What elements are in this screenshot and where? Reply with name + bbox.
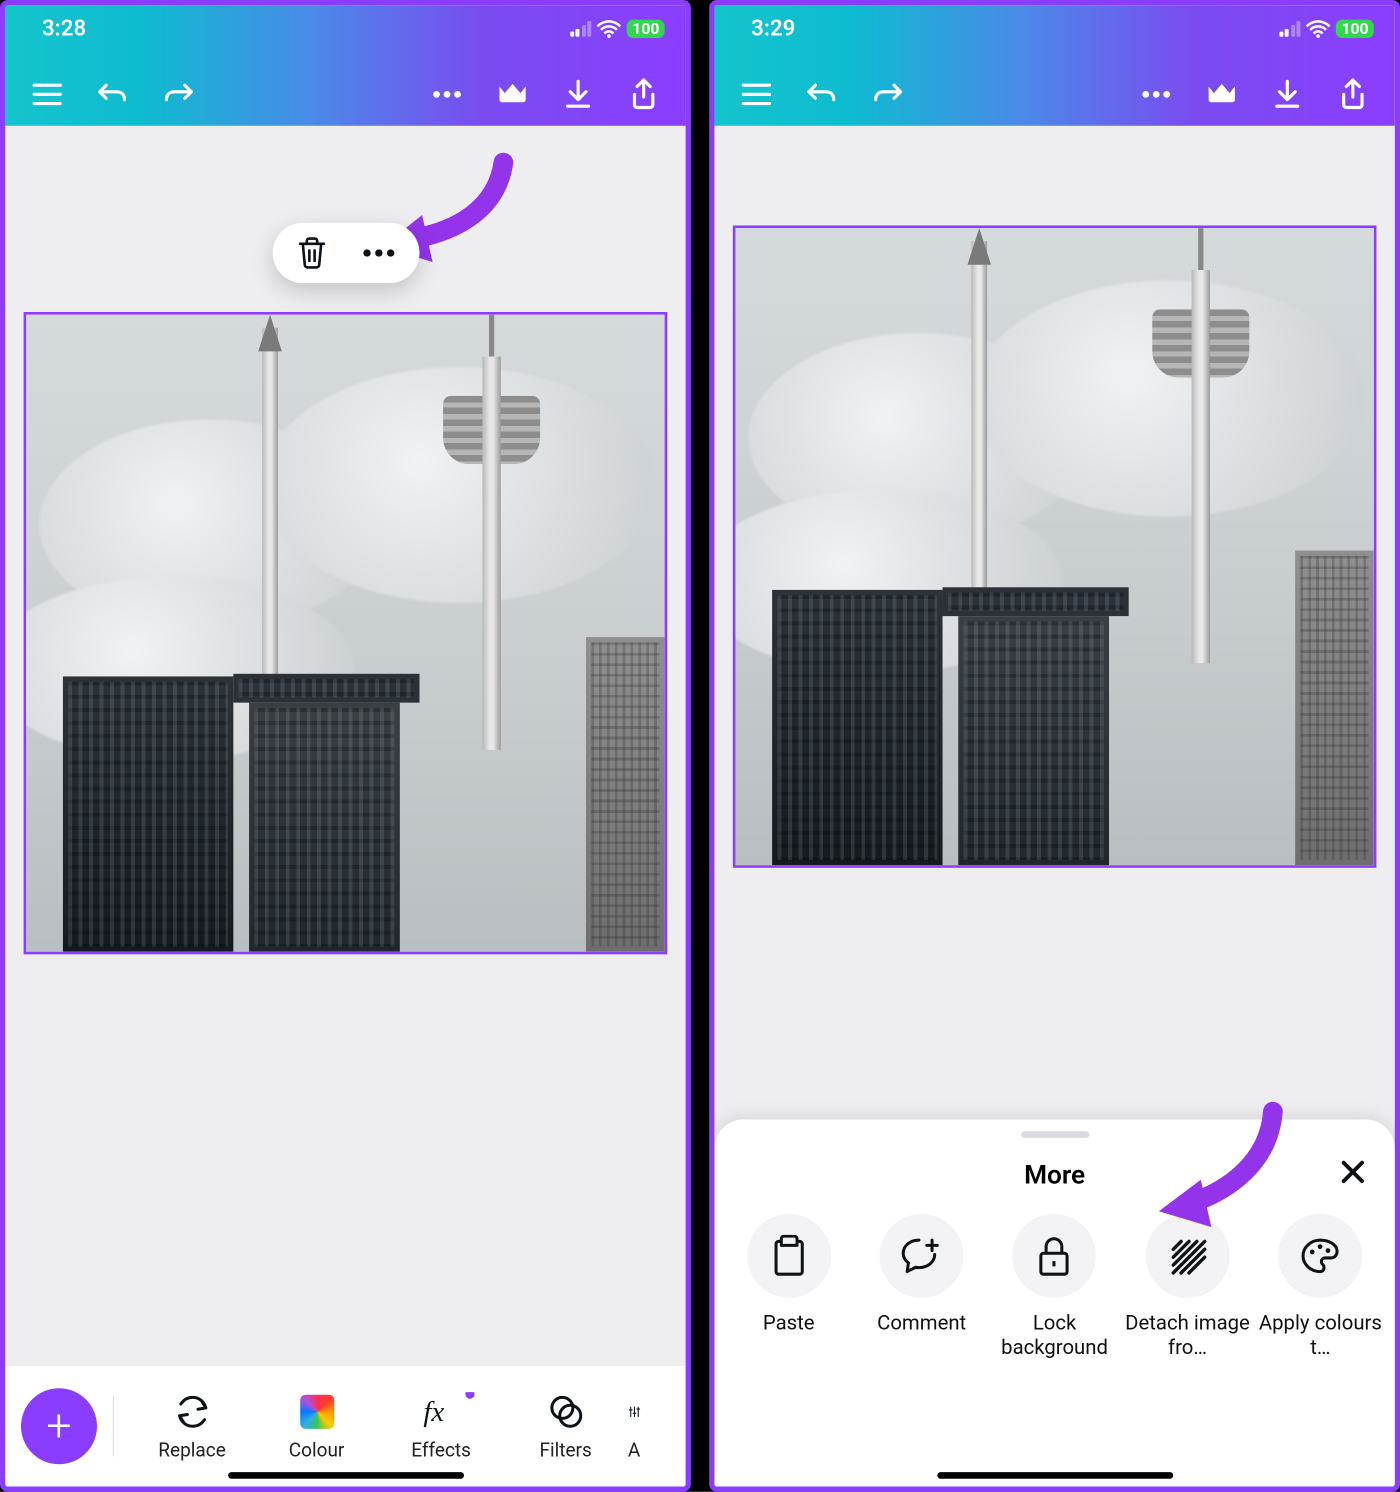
sheet-close-button[interactable] <box>1334 1154 1371 1191</box>
clipboard-icon <box>747 1214 831 1298</box>
menu-icon <box>31 83 62 107</box>
new-badge <box>465 1392 474 1399</box>
crown-icon <box>496 81 530 107</box>
redo-icon <box>161 81 195 107</box>
adjust-icon <box>628 1392 641 1431</box>
battery-indicator: 100 <box>1336 20 1374 38</box>
home-indicator <box>227 1472 463 1479</box>
effects-icon: fx <box>421 1392 460 1431</box>
redo-button[interactable] <box>152 68 204 120</box>
lock-icon <box>1013 1214 1097 1298</box>
tool-partial[interactable]: A <box>628 1392 667 1461</box>
crown-icon <box>1205 81 1239 107</box>
colour-icon <box>297 1392 336 1431</box>
status-bar: 3:29 100 <box>714 5 1394 47</box>
more-icon <box>361 248 395 258</box>
screenshot-right: 3:29 100 <box>709 0 1400 1492</box>
sheet-header: More <box>714 1138 1394 1204</box>
add-button[interactable]: + <box>21 1388 97 1464</box>
cellular-icon <box>570 21 592 37</box>
menu-icon <box>741 83 772 107</box>
share-icon <box>629 77 658 111</box>
sheet-item-lock[interactable]: Lock background <box>989 1214 1120 1362</box>
menu-button[interactable] <box>21 68 73 120</box>
menu-button[interactable] <box>730 68 782 120</box>
selection-pill <box>272 223 419 283</box>
pill-more-button[interactable] <box>361 248 395 258</box>
undo-icon <box>805 81 839 107</box>
sheet-title: More <box>1024 1159 1085 1190</box>
home-indicator <box>937 1472 1173 1479</box>
more-sheet: More Paste Comment <box>714 1120 1394 1487</box>
redo-button[interactable] <box>861 68 913 120</box>
sheet-item-comment[interactable]: Comment <box>856 1214 987 1362</box>
status-right: 100 <box>1279 20 1374 38</box>
cellular-icon <box>1279 21 1301 37</box>
download-button[interactable] <box>1261 68 1313 120</box>
bottom-toolbar: + Replace Colour <box>5 1366 685 1487</box>
status-time: 3:29 <box>751 16 795 42</box>
app-header: 3:28 100 <box>5 5 685 126</box>
wifi-icon <box>1306 20 1331 38</box>
delete-button[interactable] <box>296 236 327 270</box>
tool-label: Colour <box>289 1439 345 1461</box>
tool-effects[interactable]: fx Effects <box>379 1392 504 1461</box>
canvas[interactable] <box>714 126 1394 1120</box>
tool-filters[interactable]: Filters <box>503 1392 628 1461</box>
selected-image[interactable] <box>24 312 668 954</box>
annotation-arrow <box>1148 1096 1292 1240</box>
replace-icon <box>172 1392 211 1431</box>
sheet-item-label: Detach image fro… <box>1122 1311 1253 1362</box>
trash-icon <box>296 236 327 270</box>
tool-label: Filters <box>539 1439 591 1461</box>
status-right: 100 <box>570 20 665 38</box>
status-bar: 3:28 100 <box>5 5 685 47</box>
top-toolbar <box>714 47 1394 126</box>
premium-button[interactable] <box>486 68 538 120</box>
tool-label: Replace <box>158 1439 225 1461</box>
share-icon <box>1338 77 1367 111</box>
tool-label: A <box>628 1439 640 1461</box>
more-button[interactable] <box>421 68 473 120</box>
more-button[interactable] <box>1130 68 1182 120</box>
premium-button[interactable] <box>1196 68 1248 120</box>
more-icon <box>1140 89 1171 99</box>
divider <box>113 1396 114 1456</box>
sheet-item-paste[interactable]: Paste <box>723 1214 854 1362</box>
undo-button[interactable] <box>796 68 848 120</box>
app-header: 3:29 100 <box>714 5 1394 126</box>
status-time: 3:28 <box>42 16 86 42</box>
sheet-item-label: Paste <box>763 1311 815 1336</box>
tool-replace[interactable]: Replace <box>130 1392 255 1461</box>
share-button[interactable] <box>1327 68 1379 120</box>
top-toolbar <box>5 47 685 126</box>
wifi-icon <box>597 20 622 38</box>
canvas[interactable] <box>5 126 685 1366</box>
undo-icon <box>96 81 130 107</box>
svg-text:fx: fx <box>423 1395 444 1426</box>
screenshot-left: 3:28 100 <box>0 0 691 1492</box>
download-icon <box>564 79 593 110</box>
more-icon <box>431 89 462 99</box>
tool-colour[interactable]: Colour <box>254 1392 379 1461</box>
close-icon <box>1334 1154 1371 1191</box>
download-icon <box>1273 79 1302 110</box>
sheet-item-label: Comment <box>877 1311 966 1336</box>
tool-label: Effects <box>411 1439 471 1461</box>
redo-icon <box>870 81 904 107</box>
sheet-items: Paste Comment Lock background <box>714 1203 1394 1361</box>
filters-icon <box>546 1392 585 1431</box>
sheet-item-label: Apply colours t… <box>1255 1311 1386 1362</box>
battery-indicator: 100 <box>627 20 665 38</box>
download-button[interactable] <box>552 68 604 120</box>
share-button[interactable] <box>617 68 669 120</box>
comment-icon <box>880 1214 964 1298</box>
sheet-item-label: Lock background <box>989 1311 1120 1362</box>
selected-image[interactable] <box>733 225 1377 867</box>
undo-button[interactable] <box>87 68 139 120</box>
